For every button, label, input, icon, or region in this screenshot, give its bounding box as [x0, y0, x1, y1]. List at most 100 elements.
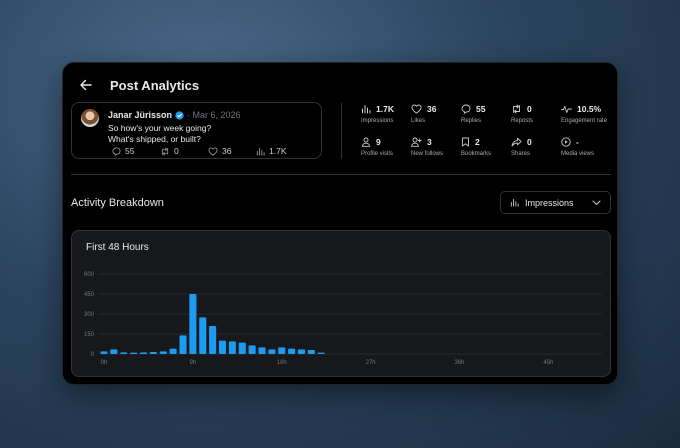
activity-chart: 0 150 300 450 600 0h 9h 18h 27h 36h 45h	[84, 272, 602, 366]
x-tick-label: 36h	[454, 360, 464, 366]
metric-label: Bookmarks	[461, 151, 492, 157]
chart-bar	[268, 349, 276, 354]
metrics-row-2: 9 Profile visits 3 New follows 2 Bookmar…	[361, 136, 611, 158]
chart-bar	[159, 351, 167, 354]
metric-likes: 36 Likes	[411, 103, 461, 125]
post-views-count: 1.7K	[269, 146, 287, 156]
metric-value: 55	[476, 103, 486, 114]
chart-bar	[209, 326, 217, 354]
bookmark-icon	[462, 137, 469, 146]
post-views-stat[interactable]: 1.7K	[256, 146, 304, 156]
verified-badge-icon	[175, 110, 184, 120]
chart-bar	[317, 352, 325, 354]
chart-bar	[278, 347, 286, 354]
x-tick-label: 0h	[101, 360, 108, 366]
reply-icon	[112, 146, 121, 156]
chart-bar	[130, 352, 138, 354]
section-title: Activity Breakdown	[71, 197, 164, 209]
metric-value: 9	[376, 136, 381, 147]
metric-impressions: 1.7K Impressions	[361, 103, 411, 125]
y-tick-label: 600	[84, 272, 95, 278]
select-value: Impressions	[525, 197, 574, 208]
metric-label: Shares	[511, 151, 531, 157]
person-icon	[361, 137, 371, 147]
x-tick-label: 18h	[277, 360, 287, 366]
x-tick-label: 45h	[543, 360, 553, 366]
repost-icon	[513, 104, 520, 113]
metric-bookmarks: 2 Bookmarks	[461, 136, 511, 158]
metric-label: Reposts	[511, 118, 534, 124]
metric-select[interactable]: Impressions	[500, 191, 611, 214]
pulse-icon	[561, 105, 572, 113]
post-replies-stat[interactable]: 55	[112, 146, 160, 156]
metric-value: 36	[427, 103, 437, 114]
metric-new-follows: 3 New follows	[411, 136, 461, 158]
post-likes-count: 36	[222, 146, 232, 156]
metric-label: Profile visits	[361, 151, 394, 157]
chart-bar	[288, 348, 296, 354]
post-replies-count: 55	[125, 146, 135, 156]
avatar[interactable]	[81, 109, 99, 127]
bar-chart-icon	[510, 198, 519, 207]
heart-icon	[208, 146, 218, 156]
chart-bar	[179, 335, 187, 354]
post-likes-stat[interactable]: 36	[208, 146, 256, 156]
post-reposts-count: 0	[174, 146, 179, 156]
chart-bar	[139, 352, 148, 354]
chart-bar	[307, 350, 315, 354]
metric-profile-visits: 9 Profile visits	[361, 136, 411, 158]
metrics-grid: 1.7K Impressions 36 Likes 55 Replies 0 R…	[361, 103, 611, 169]
chart-bar	[238, 342, 246, 354]
repost-icon	[161, 146, 169, 156]
y-tick-label: 450	[84, 292, 95, 298]
horizontal-divider	[71, 174, 611, 175]
back-button[interactable]	[75, 74, 97, 96]
reply-icon	[461, 104, 471, 114]
bar-chart-icon	[362, 104, 371, 113]
chart-bar	[228, 341, 236, 354]
y-tick-label: 300	[84, 312, 95, 318]
metric-value: 10.5%	[577, 103, 602, 114]
metric-value: 0	[527, 136, 532, 147]
metric-engagement-rate: 10.5% Engagement rate	[561, 103, 611, 125]
chart-bar	[199, 317, 207, 354]
post-card[interactable]: Janar Jürisson · Mar 6, 2026 So how's yo…	[71, 102, 322, 159]
metric-media-views: - Media views	[561, 136, 611, 158]
y-tick-label: 0	[91, 352, 95, 358]
post-reposts-stat[interactable]: 0	[160, 146, 208, 156]
chart-bar	[218, 340, 227, 354]
share-icon	[511, 137, 522, 146]
chart-bar	[297, 349, 306, 354]
metric-label: Media views	[561, 151, 595, 157]
chart-bar	[100, 351, 108, 354]
metric-value: 0	[527, 103, 532, 114]
post-stats: 55 0 36 1.7K	[112, 146, 304, 156]
metric-shares: 0 Shares	[511, 136, 561, 158]
chart-bar	[248, 345, 256, 354]
metric-label: Replies	[461, 118, 482, 124]
chart-bar	[169, 348, 177, 354]
post-text: So how's your week going? What's shipped…	[108, 123, 211, 144]
chart-bar	[120, 352, 128, 354]
post-analytics-panel: Post Analytics Janar Jürisson · Mar 6, 2…	[62, 62, 618, 385]
author-name[interactable]: Janar Jürisson	[108, 110, 172, 120]
x-tick-label: 9h	[190, 360, 197, 366]
play-circle-icon	[561, 136, 571, 147]
metric-value: -	[576, 136, 579, 147]
post-text-line-1: So how's your week going?	[108, 123, 212, 133]
metric-label: Engagement rate	[561, 118, 608, 124]
metric-label: New follows	[411, 151, 444, 157]
arrow-left-icon	[80, 79, 92, 91]
chart-bar	[149, 352, 157, 354]
metric-value: 1.7K	[376, 103, 394, 114]
chart-card: First 48 Hours 0 150 300 450 600 0h 9h 18h 27h 36…	[71, 230, 611, 377]
chart-bar	[258, 347, 266, 354]
heart-icon	[411, 104, 422, 113]
header: Post Analytics	[75, 74, 199, 96]
metrics-row-1: 1.7K Impressions 36 Likes 55 Replies 0 R…	[361, 103, 611, 125]
metric-reposts: 0 Reposts	[511, 103, 561, 125]
post-meta: Janar Jürisson · Mar 6, 2026	[108, 110, 241, 120]
chart-bar	[110, 349, 118, 354]
chevron-down-icon	[592, 200, 601, 205]
x-tick-label: 27h	[366, 360, 376, 366]
